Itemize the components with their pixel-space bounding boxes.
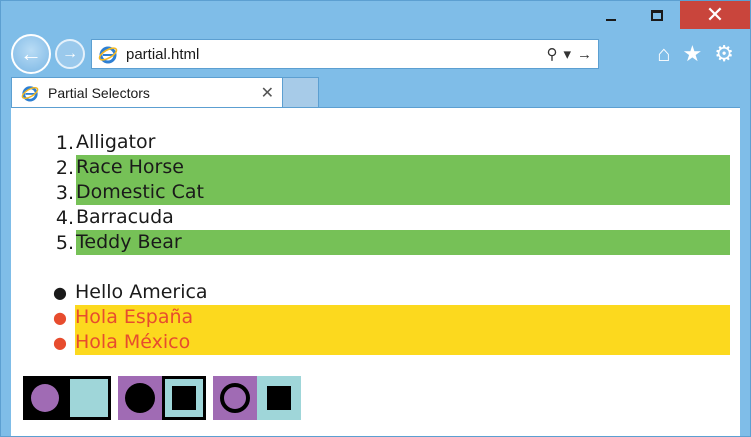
shape-box-1 bbox=[23, 376, 111, 420]
new-tab-button[interactable] bbox=[283, 77, 319, 107]
forward-arrow-icon: → bbox=[62, 45, 78, 62]
circle-cell bbox=[118, 376, 162, 420]
search-icon[interactable]: ⚲ bbox=[546, 45, 557, 63]
list-number: 2. bbox=[55, 156, 74, 179]
ring-circle-icon bbox=[220, 383, 250, 413]
list-item: ● Hola México bbox=[11, 330, 740, 355]
list-item: 1. Alligator bbox=[11, 130, 740, 155]
navigation-bar: ← → partial.html ⚲ ▾ → ⌂ ★ ⚙ bbox=[11, 33, 740, 75]
black-circle-icon bbox=[125, 383, 155, 413]
unordered-list: ● Hello America ● Hola España ● Hola Méx… bbox=[11, 280, 740, 355]
list-item-text-highlighted: Domestic Cat bbox=[76, 180, 730, 205]
list-item: 4. Barracuda bbox=[11, 205, 740, 230]
dropdown-icon[interactable]: ▾ bbox=[563, 45, 571, 63]
tab-close-icon[interactable]: ✕ bbox=[261, 83, 274, 103]
bullet-icon: ● bbox=[53, 308, 67, 327]
home-icon[interactable]: ⌂ bbox=[657, 41, 670, 67]
shape-boxes bbox=[23, 376, 301, 420]
address-bar[interactable]: partial.html ⚲ ▾ → bbox=[91, 39, 599, 69]
list-item: ● Hola España bbox=[11, 305, 740, 330]
list-number: 3. bbox=[55, 181, 74, 204]
square-cell bbox=[257, 376, 301, 420]
minimize-icon bbox=[606, 19, 616, 21]
circle-cell bbox=[213, 376, 257, 420]
list-item: 2. Race Horse bbox=[11, 155, 740, 180]
browser-window: ✕ ← → partial.html ⚲ ▾ → ⌂ ★ ⚙ Partial S… bbox=[0, 0, 751, 437]
list-number: 5. bbox=[55, 231, 74, 254]
back-button[interactable]: ← bbox=[11, 34, 51, 74]
shape-box-3 bbox=[213, 376, 301, 420]
list-number: 4. bbox=[55, 206, 74, 229]
minimize-button[interactable] bbox=[588, 1, 634, 29]
list-item: 3. Domestic Cat bbox=[11, 180, 740, 205]
back-arrow-icon: ← bbox=[20, 41, 42, 66]
circle-cell bbox=[23, 376, 67, 420]
bullet-icon: ● bbox=[53, 283, 67, 302]
settings-gear-icon[interactable]: ⚙ bbox=[714, 41, 734, 67]
square-cell bbox=[162, 376, 206, 420]
internet-explorer-icon bbox=[98, 44, 118, 64]
address-tools: ⚲ ▾ → bbox=[546, 45, 592, 64]
ordered-list: 1. Alligator 2. Race Horse 3. Domestic C… bbox=[11, 130, 740, 255]
list-item-text-highlighted: Hola México bbox=[75, 330, 730, 355]
bullet-icon: ● bbox=[53, 333, 67, 352]
tab-label: Partial Selectors bbox=[48, 84, 150, 101]
list-item: 5. Teddy Bear bbox=[11, 230, 740, 255]
close-window-button[interactable]: ✕ bbox=[680, 1, 750, 29]
tab-strip: Partial Selectors ✕ bbox=[11, 77, 319, 107]
black-square-icon bbox=[267, 386, 291, 410]
tab-partial-selectors[interactable]: Partial Selectors ✕ bbox=[11, 77, 283, 107]
shape-box-2 bbox=[118, 376, 206, 420]
black-square-icon bbox=[172, 386, 196, 410]
browser-toolbar: ⌂ ★ ⚙ bbox=[657, 33, 734, 75]
list-number: 1. bbox=[55, 131, 74, 154]
favorites-star-icon[interactable]: ★ bbox=[683, 41, 703, 67]
window-controls: ✕ bbox=[588, 1, 750, 31]
list-item-text: Barracuda bbox=[76, 206, 174, 228]
close-icon: ✕ bbox=[705, 2, 725, 27]
forward-button[interactable]: → bbox=[55, 39, 85, 69]
address-url: partial.html bbox=[126, 45, 200, 63]
teal-square-cell bbox=[67, 376, 111, 420]
maximize-button[interactable] bbox=[634, 1, 680, 29]
list-item-text-highlighted: Teddy Bear bbox=[76, 230, 730, 255]
page-content: 1. Alligator 2. Race Horse 3. Domestic C… bbox=[11, 107, 740, 436]
list-item-text: Hello America bbox=[75, 281, 208, 303]
purple-circle-icon bbox=[31, 384, 59, 412]
tab-page-icon bbox=[20, 83, 40, 103]
list-item-text: Alligator bbox=[76, 131, 156, 153]
maximize-icon bbox=[651, 9, 663, 21]
list-item-text-highlighted: Hola España bbox=[75, 305, 730, 330]
list-item-text-highlighted: Race Horse bbox=[76, 155, 730, 180]
go-arrow-icon[interactable]: → bbox=[577, 46, 592, 63]
list-item: ● Hello America bbox=[11, 280, 740, 305]
